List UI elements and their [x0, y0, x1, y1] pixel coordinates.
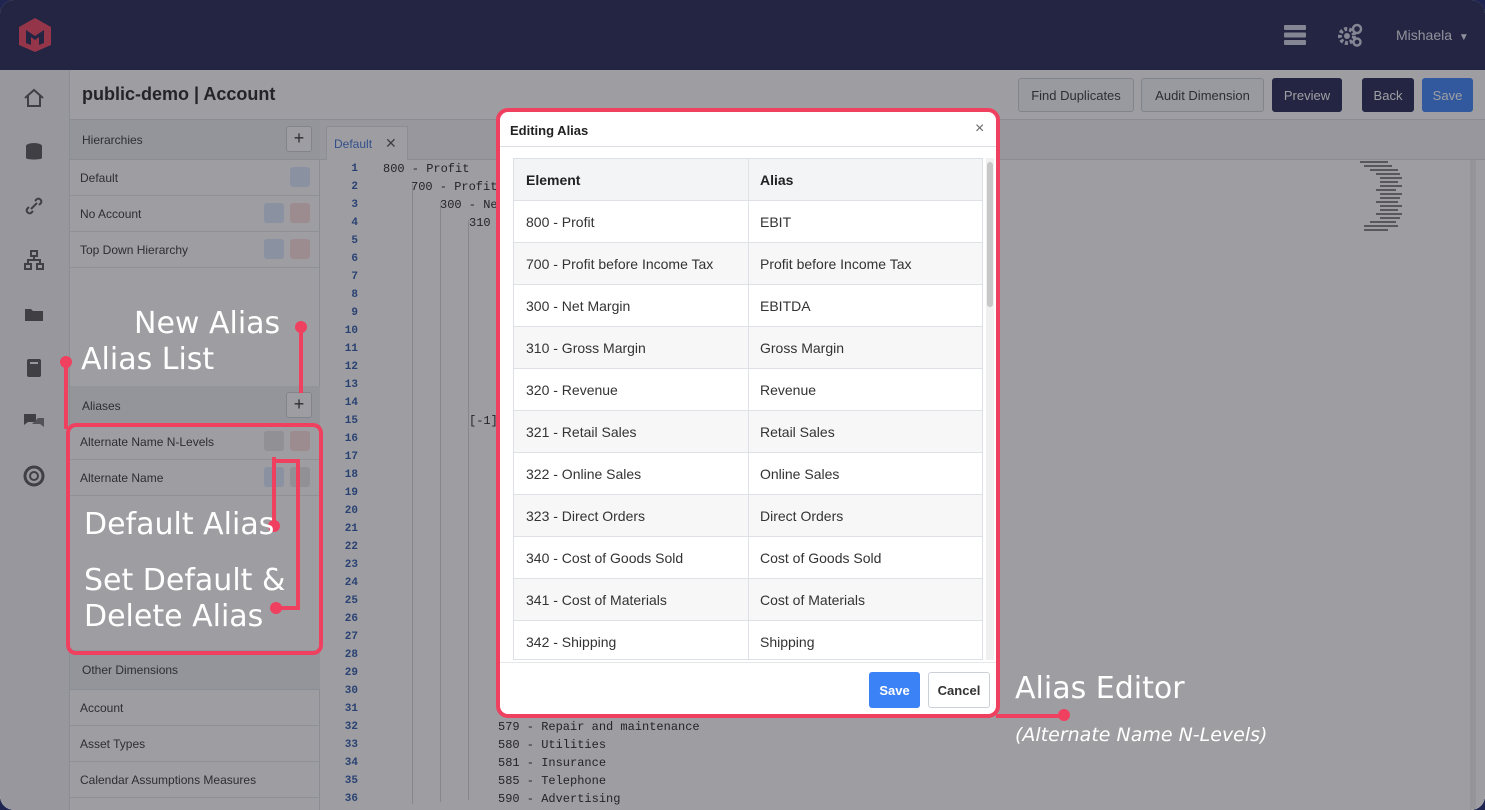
annotation-connector — [276, 459, 298, 463]
alias-editor-highlight — [496, 108, 1000, 718]
annotation-connector — [296, 459, 300, 609]
annotation-dot — [1058, 709, 1070, 721]
annotation-set-default: Set Default & — [84, 563, 286, 598]
annotation-dot — [60, 356, 72, 368]
annotation-alias-editor: Alias Editor — [1015, 671, 1185, 706]
annotation-default-alias: Default Alias — [84, 507, 275, 542]
app-window: Mishaela ▼ public-demo | Account Find Du… — [0, 0, 1485, 810]
annotation-connector — [299, 329, 303, 393]
annotation-connector — [996, 714, 1062, 718]
annotation-dot — [270, 602, 282, 614]
annotation-connector — [64, 367, 68, 429]
annotation-alias-editor-sub: (Alternate Name N-Levels) — [1015, 724, 1268, 746]
annotation-new-alias: New Alias — [134, 306, 281, 341]
annotation-delete-alias: Delete Alias — [84, 599, 264, 634]
annotation-dot — [295, 321, 307, 333]
annotation-alias-list: Alias List — [81, 342, 215, 377]
